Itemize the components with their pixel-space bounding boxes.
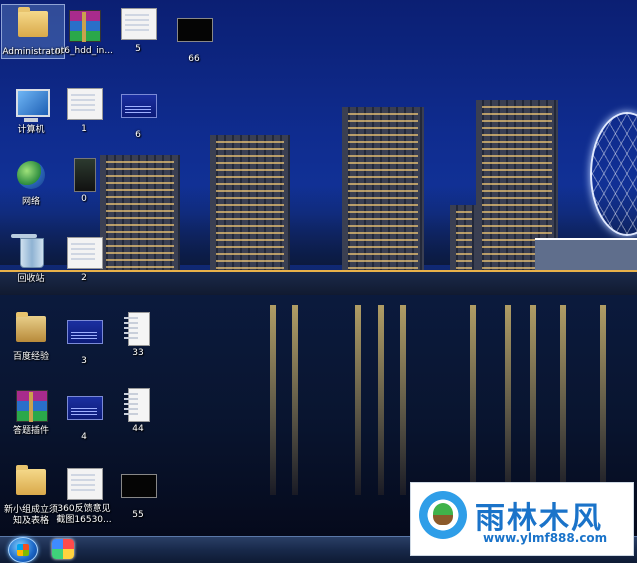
- desktop-icon-label: 360反馈意见截图16530...: [56, 504, 112, 525]
- image-thumbnail-icon: [67, 396, 103, 430]
- desktop-icon-label: 55: [132, 510, 144, 520]
- desktop-icon-label: nt6_hdd_in...: [55, 46, 113, 56]
- recycle-bin-icon: [14, 238, 48, 272]
- desktop-icon-label: 2: [81, 273, 87, 283]
- desktop-icon-66[interactable]: 66: [163, 10, 225, 65]
- image-thumbnail-icon: [67, 158, 101, 192]
- desktop-icon-55[interactable]: 55: [107, 466, 169, 521]
- desktop-icon-360-feedback[interactable]: 360反馈意见截图16530...: [53, 466, 115, 526]
- desktop-icon-label: 3: [81, 356, 87, 366]
- desktop-icon-nt6-hdd-installer[interactable]: nt6_hdd_in...: [53, 8, 115, 57]
- image-thumbnail-icon: [67, 88, 103, 122]
- desktop-icon-label: 1: [81, 124, 87, 134]
- taskbar-app-360-icon[interactable]: [52, 539, 74, 559]
- desktop-icon-44[interactable]: 44: [107, 388, 169, 435]
- image-thumbnail-icon: [67, 468, 103, 502]
- desktop-icon-label: 5: [135, 44, 141, 54]
- user-folder-icon: [16, 7, 50, 45]
- image-thumbnail-icon: [121, 474, 157, 508]
- image-thumbnail-icon: [121, 388, 155, 422]
- desktop-icon-label: 44: [132, 424, 144, 434]
- folder-icon: [14, 312, 48, 350]
- desktop-icon-4[interactable]: 4: [53, 388, 115, 443]
- image-thumbnail-icon: [121, 94, 157, 128]
- desktop-icon-label: 6: [135, 130, 141, 140]
- desktop-icon-5[interactable]: 5: [107, 6, 169, 55]
- image-thumbnail-icon: [121, 312, 155, 346]
- desktop-icon-0[interactable]: 0: [53, 158, 115, 205]
- winrar-archive-icon: [67, 10, 101, 44]
- winrar-archive-icon: [14, 390, 48, 424]
- desktop-icon-label: 4: [81, 432, 87, 442]
- network-globe-icon: [14, 161, 48, 195]
- watermark-url: www.ylmf888.com: [483, 531, 608, 545]
- image-thumbnail-icon: [177, 18, 213, 52]
- folder-icon: [14, 465, 48, 503]
- desktop-icon-label: 33: [132, 348, 144, 358]
- desktop-icon-6[interactable]: 6: [107, 86, 169, 141]
- desktop-icon-label: 0: [81, 194, 87, 204]
- start-button[interactable]: [8, 537, 38, 563]
- desktop-icon-1[interactable]: 1: [53, 86, 115, 135]
- desktop-icon-33[interactable]: 33: [107, 312, 169, 359]
- computer-icon: [14, 89, 50, 123]
- desktop-icon-2[interactable]: 2: [53, 235, 115, 284]
- image-thumbnail-icon: [67, 320, 103, 354]
- desktop-icon-3[interactable]: 3: [53, 312, 115, 367]
- ylmf-logo-icon: [419, 491, 467, 539]
- image-thumbnail-icon: [121, 8, 157, 42]
- image-thumbnail-icon: [67, 237, 103, 271]
- desktop-icon-label: 66: [188, 54, 200, 64]
- watermark-ylmf: 雨林木风 www.ylmf888.com: [410, 482, 634, 556]
